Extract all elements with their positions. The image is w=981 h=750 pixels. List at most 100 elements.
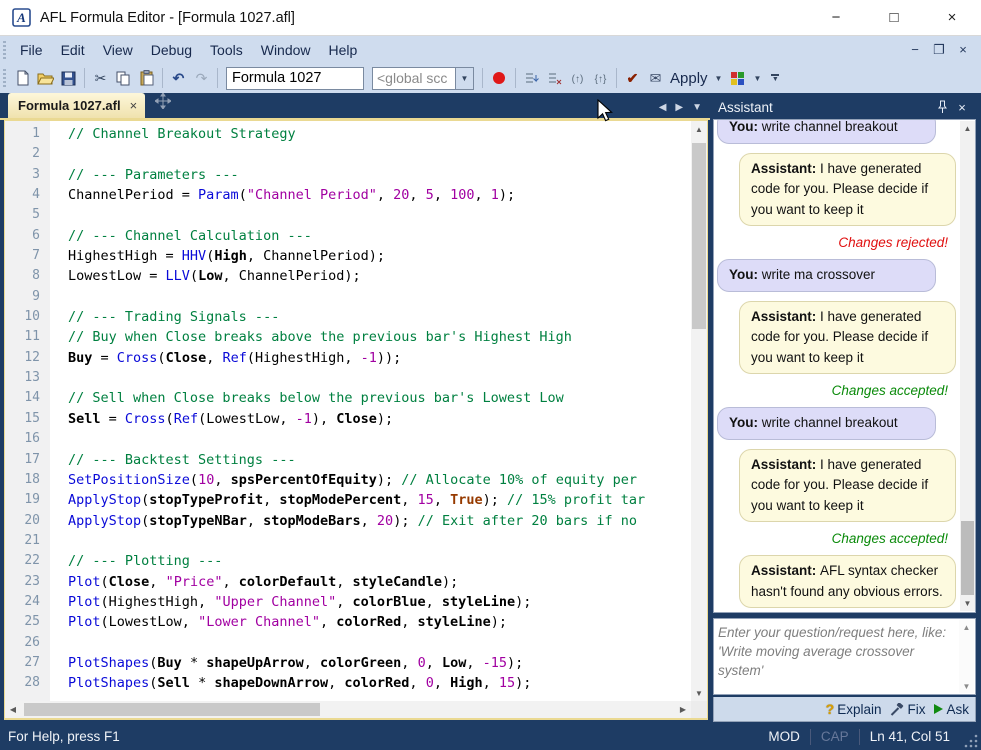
- code-line: HighestHigh = HHV(High, ChannelPeriod);: [68, 246, 691, 266]
- chat-scrollbar[interactable]: ▲ ▼: [960, 121, 975, 611]
- vertical-scroll-thumb[interactable]: [692, 143, 706, 329]
- explain-button[interactable]: ? Explain: [826, 701, 882, 717]
- chat-scroll-up-icon[interactable]: ▲: [960, 121, 975, 136]
- tab-close-icon[interactable]: ×: [130, 98, 138, 113]
- mdi-close-icon[interactable]: ×: [951, 40, 975, 60]
- line-number: 2: [5, 144, 50, 164]
- scroll-right-icon[interactable]: ▶: [675, 701, 691, 718]
- ask-button[interactable]: Ask: [934, 702, 969, 717]
- assistant-panel: Assistant × You: write channel breakoutA…: [713, 95, 976, 723]
- line-number-gutter: 1234567891011121314151617181920212223242…: [5, 121, 50, 701]
- code-area[interactable]: // Channel Breakout Strategy// --- Param…: [50, 121, 691, 701]
- pin-icon[interactable]: [932, 98, 952, 116]
- scroll-left-icon[interactable]: ◀: [5, 701, 21, 718]
- menu-item-file[interactable]: File: [11, 39, 52, 61]
- code-line: [68, 205, 691, 225]
- question-input[interactable]: [716, 621, 958, 692]
- code-line: ApplyStop(stopTypeNBar, stopModeBars, 20…: [68, 511, 691, 531]
- record-icon[interactable]: [493, 72, 505, 84]
- menu-item-edit[interactable]: Edit: [52, 39, 94, 61]
- assistant-header[interactable]: Assistant ×: [713, 95, 976, 119]
- menu-item-view[interactable]: View: [94, 39, 142, 61]
- minimize-icon[interactable]: −: [807, 1, 865, 35]
- toolbar-separator: [162, 68, 163, 88]
- mdi-restore-icon[interactable]: ❐: [927, 40, 951, 60]
- chevron-down-icon[interactable]: ▼: [455, 68, 473, 89]
- toolbar-separator: [482, 68, 483, 88]
- close-icon[interactable]: ×: [923, 1, 981, 35]
- verify-syntax-icon[interactable]: ✔: [621, 67, 644, 90]
- code-line: PlotShapes(Buy * shapeUpArrow, colorGree…: [68, 653, 691, 673]
- user-message-bubble: You: write ma crossover: [717, 259, 936, 292]
- line-number: 15: [5, 409, 50, 429]
- tab-prev-icon[interactable]: ◀: [659, 102, 667, 113]
- assistant-message-bubble: Assistant: I have generated code for you…: [739, 301, 956, 375]
- open-file-icon[interactable]: [34, 67, 57, 90]
- code-line: ApplyStop(stopTypeProfit, stopModePercen…: [68, 490, 691, 510]
- clear-marks-icon[interactable]: [543, 67, 566, 90]
- code-line: Plot(HighestHigh, "Upper Channel", color…: [68, 592, 691, 612]
- input-scroll-up-icon[interactable]: ▲: [959, 620, 974, 634]
- editor-horizontal-scrollbar[interactable]: ◀ ▶: [5, 701, 691, 718]
- horizontal-scroll-thumb[interactable]: [24, 703, 320, 716]
- new-file-icon[interactable]: [11, 67, 34, 90]
- tab-list-icon[interactable]: ▼: [692, 102, 702, 113]
- paste-icon[interactable]: [135, 67, 158, 90]
- panel-close-icon[interactable]: ×: [952, 98, 972, 116]
- menu-item-debug[interactable]: Debug: [142, 39, 201, 61]
- scroll-down-icon[interactable]: ▼: [691, 685, 707, 701]
- mdi-minimize-icon[interactable]: −: [903, 40, 927, 60]
- undo-icon[interactable]: ↶: [167, 67, 190, 90]
- tab-formula-1027[interactable]: Formula 1027.afl ×: [8, 93, 145, 118]
- menu-item-window[interactable]: Window: [252, 39, 320, 61]
- line-number: 13: [5, 368, 50, 388]
- tab-strip: Formula 1027.afl × ◀ ▶ ▼: [0, 93, 710, 120]
- code-line: // Buy when Close breaks above the previ…: [68, 327, 691, 347]
- next-bookmark-icon[interactable]: {↑}: [589, 67, 612, 90]
- assistant-title: Assistant: [718, 100, 773, 115]
- save-icon[interactable]: [57, 67, 80, 90]
- redo-icon[interactable]: ↷: [190, 67, 213, 90]
- maximize-icon[interactable]: □: [865, 1, 923, 35]
- tab-next-icon[interactable]: ▶: [675, 102, 683, 113]
- formula-name-input[interactable]: [226, 67, 364, 90]
- apply-dropdown-icon[interactable]: ▼: [715, 74, 723, 83]
- toolbar-separator: [515, 68, 516, 88]
- line-number: 3: [5, 165, 50, 185]
- editor-vertical-scrollbar[interactable]: ▲ ▼: [691, 121, 707, 701]
- assistant-message-bubble: Assistant: I have generated code for you…: [739, 153, 956, 227]
- goto-line-icon[interactable]: [520, 67, 543, 90]
- prev-bookmark-icon[interactable]: (↑): [566, 67, 589, 90]
- insert-indicator-icon[interactable]: [726, 67, 749, 90]
- insert-dropdown-icon[interactable]: ▼: [753, 74, 761, 83]
- line-number: 7: [5, 246, 50, 266]
- resize-grip-icon[interactable]: [964, 734, 978, 748]
- question-input-wrap: ▲ ▼: [713, 618, 976, 695]
- toolbar-overflow-icon[interactable]: ▼: [771, 74, 779, 82]
- input-scroll-down-icon[interactable]: ▼: [959, 679, 974, 693]
- chat-history: You: write channel breakoutAssistant: I …: [713, 119, 976, 613]
- menu-item-tools[interactable]: Tools: [201, 39, 252, 61]
- chat-scroll-thumb[interactable]: [961, 521, 974, 595]
- input-scrollbar[interactable]: ▲ ▼: [959, 620, 974, 693]
- dock-move-icon[interactable]: [155, 93, 171, 114]
- line-number: 28: [5, 673, 50, 693]
- toolbar-grip-2[interactable]: [3, 69, 6, 87]
- menu-item-help[interactable]: Help: [320, 39, 367, 61]
- send-to-analysis-icon[interactable]: ✉: [644, 67, 667, 90]
- fix-button[interactable]: Fix: [890, 702, 925, 717]
- copy-icon[interactable]: [112, 67, 135, 90]
- cut-icon[interactable]: ✂: [89, 67, 112, 90]
- toolbar-grip[interactable]: [3, 41, 6, 59]
- scope-value: <global scc: [373, 70, 455, 86]
- scope-combobox[interactable]: <global scc ▼: [372, 67, 474, 90]
- chat-scroll-down-icon[interactable]: ▼: [960, 596, 975, 611]
- line-number: 6: [5, 226, 50, 246]
- code-line: [68, 144, 691, 164]
- apply-button[interactable]: Apply: [670, 70, 708, 87]
- scroll-up-icon[interactable]: ▲: [691, 121, 707, 137]
- code-line: [68, 531, 691, 551]
- line-number: 27: [5, 653, 50, 673]
- code-line: // Channel Breakout Strategy: [68, 124, 691, 144]
- line-number: 22: [5, 551, 50, 571]
